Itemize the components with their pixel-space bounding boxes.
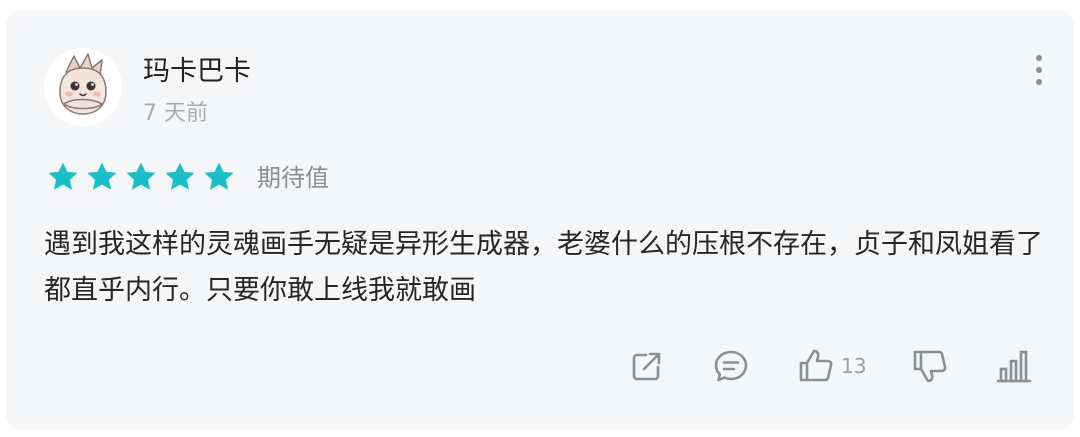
stats-button[interactable] (994, 346, 1032, 386)
thumbs-down-icon (913, 350, 947, 383)
username[interactable]: 玛卡巴卡 (143, 54, 251, 90)
rating-label: 期待值 (257, 164, 329, 192)
star-icon (48, 162, 78, 190)
action-bar: 13 (0, 340, 1080, 396)
thumbs-up-icon (799, 349, 833, 382)
dislike-button[interactable] (911, 346, 949, 386)
more-options-button[interactable] (1024, 52, 1054, 88)
bar-chart-icon (996, 350, 1032, 383)
more-dot-icon (1036, 79, 1042, 85)
star-icon (165, 162, 195, 190)
post-time: 7 天前 (143, 101, 208, 126)
more-dot-icon (1036, 67, 1042, 73)
star-rating (46, 160, 236, 194)
share-icon (632, 352, 661, 381)
avatar[interactable] (44, 48, 122, 126)
star-icon (204, 162, 234, 190)
like-count: 13 (841, 354, 867, 378)
comment-icon (714, 350, 748, 382)
star-icon (126, 162, 156, 190)
more-dot-icon (1036, 55, 1042, 61)
like-button[interactable]: 13 (797, 346, 866, 386)
share-button[interactable] (628, 346, 666, 386)
review-text: 遇到我这样的灵魂画手无疑是异形生成器，老婆什么的压根不存在，贞子和凤姐看了都直乎… (44, 229, 1043, 306)
star-icon (87, 162, 117, 190)
conch-avatar-icon (44, 48, 122, 126)
comment-button[interactable] (712, 346, 750, 386)
